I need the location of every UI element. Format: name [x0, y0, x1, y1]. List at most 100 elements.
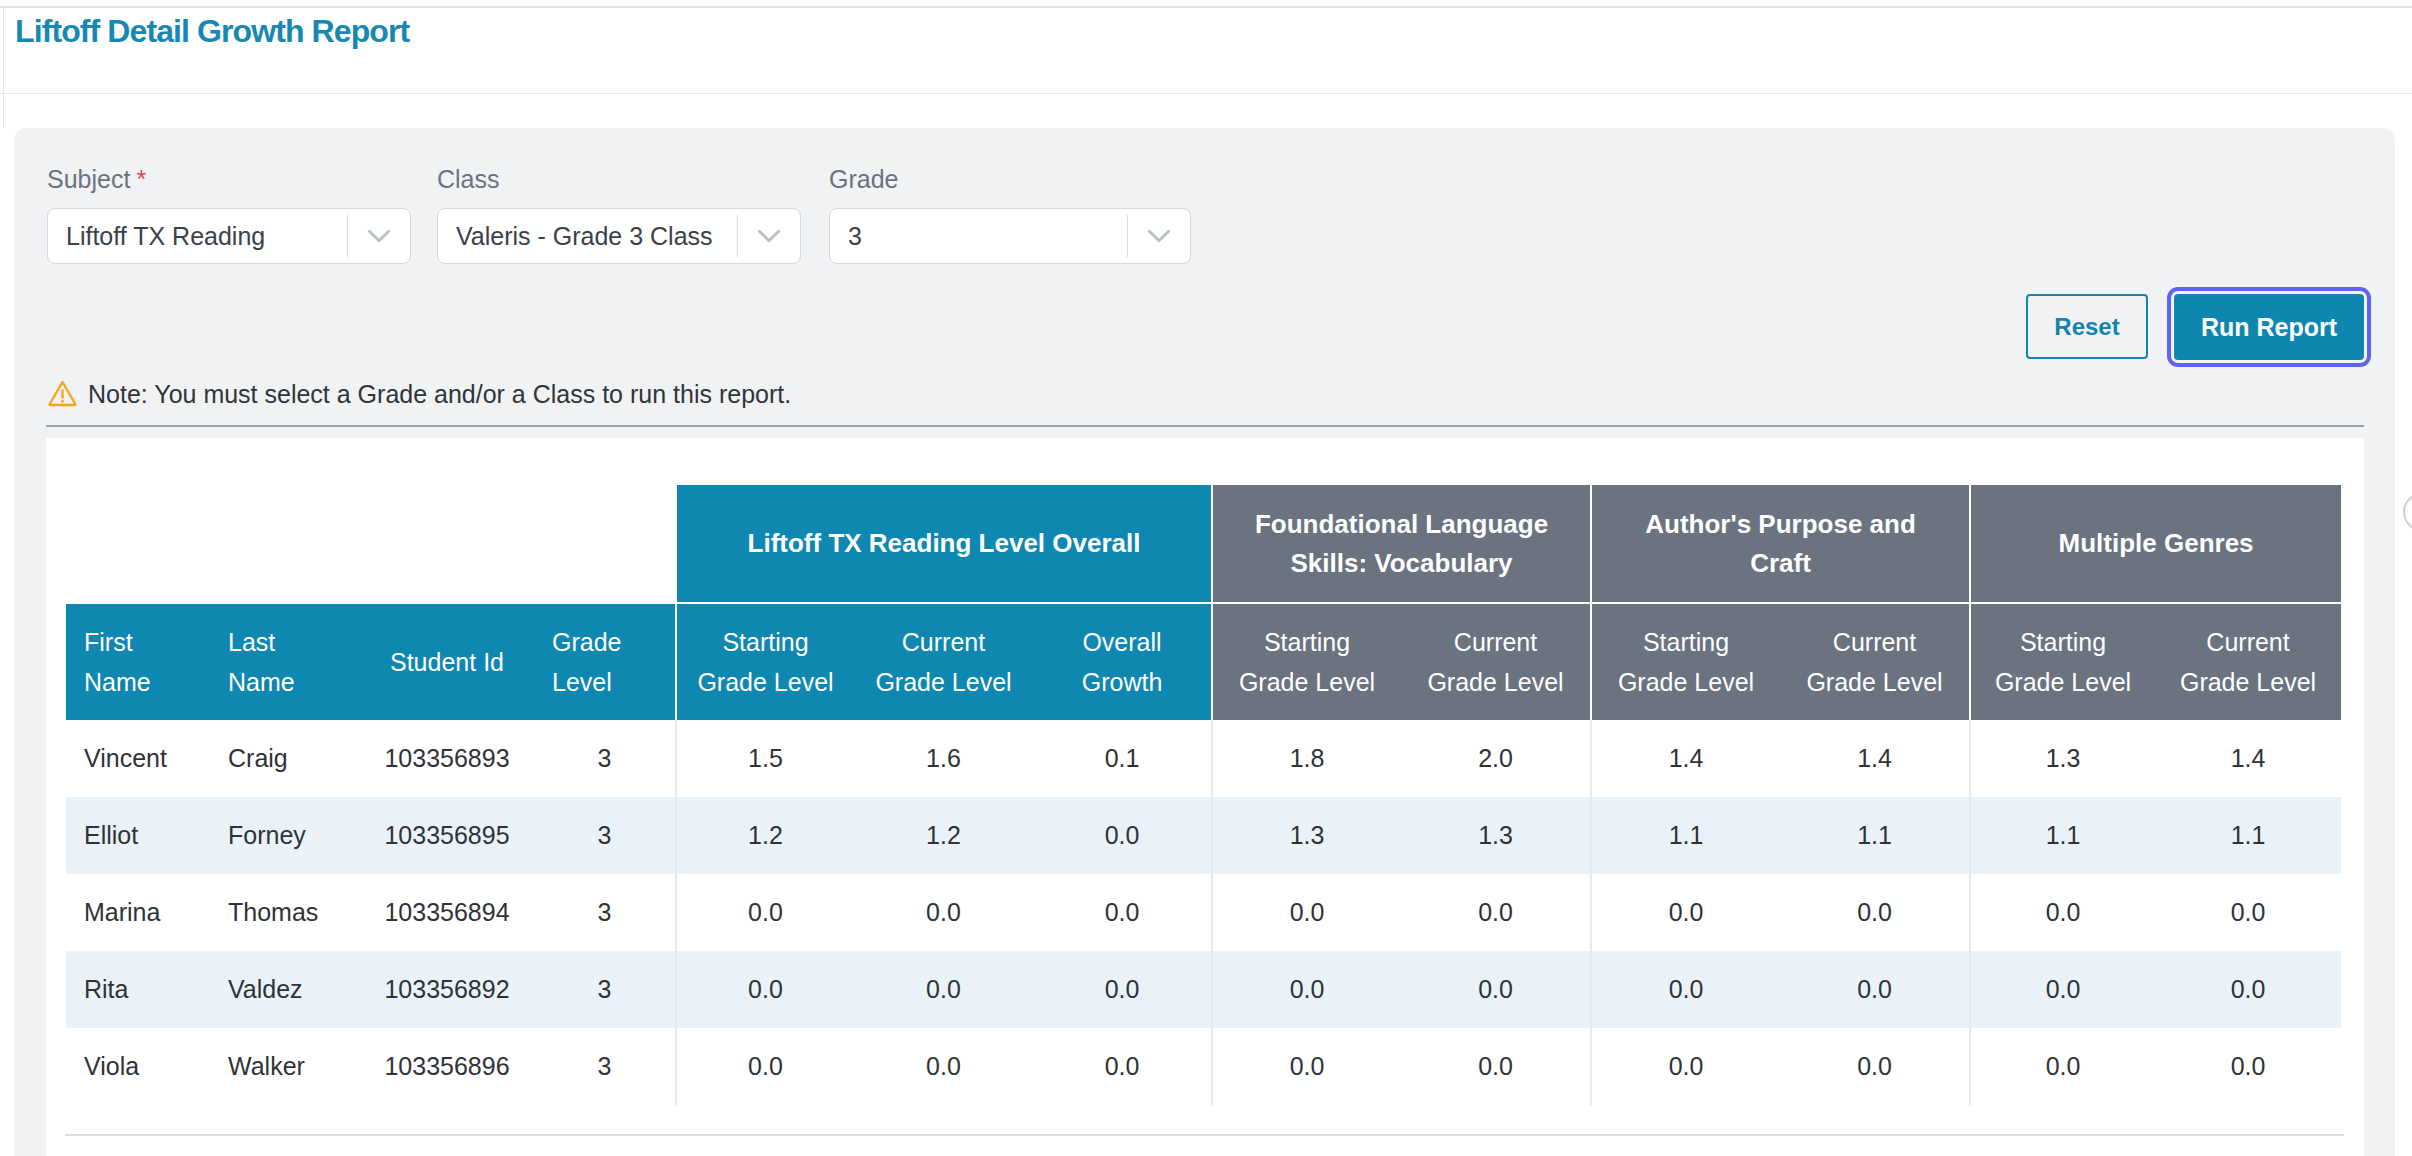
- chevron-down-icon: [366, 229, 392, 243]
- data-cell: 0.0: [675, 1028, 854, 1105]
- class-select-value: Valeris - Grade 3 Class: [456, 209, 713, 263]
- grade-label: Grade: [829, 165, 898, 194]
- growth-report-table: Liftoff TX Reading Level OverallFoundati…: [66, 485, 2341, 1105]
- chevron-down-icon: [1146, 229, 1172, 243]
- data-cell: 103356893: [360, 720, 534, 797]
- data-cell: 0.0: [675, 951, 854, 1028]
- column-header-cell: Starting Grade Level: [1590, 602, 1780, 720]
- data-cell: 0.0: [1780, 874, 1969, 951]
- data-cell: 0.0: [1401, 1028, 1590, 1105]
- floating-widget-button[interactable]: [2403, 493, 2412, 531]
- data-cell: 1.3: [1211, 797, 1401, 874]
- data-cell: 1.2: [854, 797, 1033, 874]
- table-row: ViolaWalker10335689630.00.00.00.00.00.00…: [66, 1028, 2341, 1105]
- data-cell: 0.1: [1033, 720, 1211, 797]
- data-cell: 1.3: [1969, 720, 2155, 797]
- header-divider: [0, 93, 2412, 94]
- data-cell: 0.0: [1211, 951, 1401, 1028]
- data-cell: 3: [534, 874, 675, 951]
- data-cell: 103356894: [360, 874, 534, 951]
- data-cell: 0.0: [1211, 874, 1401, 951]
- column-header-cell: Student Id: [360, 602, 534, 720]
- data-cell: 0.0: [1590, 1028, 1780, 1105]
- data-cell: Walker: [210, 1028, 360, 1105]
- group-header-cell: [66, 485, 675, 602]
- data-cell: 1.4: [1590, 720, 1780, 797]
- column-header-cell: Starting Grade Level: [675, 602, 854, 720]
- data-cell: Vincent: [66, 720, 210, 797]
- data-cell: 1.8: [1211, 720, 1401, 797]
- data-cell: 1.3: [1401, 797, 1590, 874]
- data-cell: 3: [534, 797, 675, 874]
- note-divider: [46, 425, 2364, 427]
- window-top-border: [0, 6, 2412, 8]
- column-header-cell: Current Grade Level: [1401, 602, 1590, 720]
- column-header-cell: Grade Level: [534, 602, 675, 720]
- select-separator: [347, 215, 348, 257]
- group-header-cell: Author's Purpose and Craft: [1590, 485, 1969, 602]
- grade-select[interactable]: 3: [829, 208, 1191, 264]
- select-separator: [737, 215, 738, 257]
- data-cell: 1.1: [2155, 797, 2341, 874]
- report-table-wrap: Liftoff TX Reading Level OverallFoundati…: [66, 485, 2341, 1105]
- group-header-cell: Multiple Genres: [1969, 485, 2341, 602]
- data-cell: 0.0: [1401, 951, 1590, 1028]
- group-header-cell: Liftoff TX Reading Level Overall: [675, 485, 1211, 602]
- data-cell: 0.0: [1401, 874, 1590, 951]
- data-cell: Thomas: [210, 874, 360, 951]
- data-cell: 0.0: [2155, 1028, 2341, 1105]
- column-header-cell: Starting Grade Level: [1211, 602, 1401, 720]
- data-cell: Marina: [66, 874, 210, 951]
- data-cell: 103356896: [360, 1028, 534, 1105]
- class-select[interactable]: Valeris - Grade 3 Class: [437, 208, 801, 264]
- data-cell: 103356895: [360, 797, 534, 874]
- data-cell: 1.1: [1590, 797, 1780, 874]
- column-header-cell: Overall Growth: [1033, 602, 1211, 720]
- data-cell: Forney: [210, 797, 360, 874]
- warning-icon: [47, 379, 78, 407]
- required-asterisk: *: [136, 165, 146, 193]
- select-separator: [1127, 215, 1128, 257]
- data-cell: Viola: [66, 1028, 210, 1105]
- data-cell: Valdez: [210, 951, 360, 1028]
- data-cell: 0.0: [1590, 951, 1780, 1028]
- subject-select[interactable]: Liftoff TX Reading: [47, 208, 411, 264]
- data-cell: 1.1: [1780, 797, 1969, 874]
- data-cell: 0.0: [1033, 797, 1211, 874]
- grade-select-value: 3: [848, 209, 862, 263]
- data-cell: 0.0: [1033, 951, 1211, 1028]
- table-bottom-divider: [65, 1134, 2344, 1136]
- column-header-cell: First Name: [66, 602, 210, 720]
- table-row: MarinaThomas10335689430.00.00.00.00.00.0…: [66, 874, 2341, 951]
- data-cell: 3: [534, 1028, 675, 1105]
- data-cell: 0.0: [1969, 951, 2155, 1028]
- data-cell: 0.0: [854, 1028, 1033, 1105]
- data-cell: 0.0: [1780, 951, 1969, 1028]
- data-cell: 3: [534, 720, 675, 797]
- run-report-button[interactable]: Run Report: [2174, 294, 2364, 360]
- subject-select-value: Liftoff TX Reading: [66, 209, 265, 263]
- data-cell: 0.0: [2155, 874, 2341, 951]
- data-cell: Elliot: [66, 797, 210, 874]
- data-cell: 0.0: [1590, 874, 1780, 951]
- subject-label: Subject*: [47, 165, 146, 194]
- table-row: RitaValdez10335689230.00.00.00.00.00.00.…: [66, 951, 2341, 1028]
- data-cell: 0.0: [854, 951, 1033, 1028]
- column-header-cell: Starting Grade Level: [1969, 602, 2155, 720]
- data-cell: 103356892: [360, 951, 534, 1028]
- data-cell: 1.2: [675, 797, 854, 874]
- group-header-cell: Foundational Language Skills: Vocabulary: [1211, 485, 1590, 602]
- data-cell: 0.0: [1969, 1028, 2155, 1105]
- window-left-border: [3, 8, 4, 128]
- data-cell: Craig: [210, 720, 360, 797]
- note-text: Note: You must select a Grade and/or a C…: [88, 379, 791, 409]
- column-header-cell: Current Grade Level: [1780, 602, 1969, 720]
- table-row: ElliotForney10335689531.21.20.01.31.31.1…: [66, 797, 2341, 874]
- data-cell: 1.5: [675, 720, 854, 797]
- data-cell: 1.4: [2155, 720, 2341, 797]
- data-cell: 0.0: [1033, 1028, 1211, 1105]
- page-title: Liftoff Detail Growth Report: [15, 13, 409, 50]
- chevron-down-icon: [756, 229, 782, 243]
- data-cell: 0.0: [1969, 874, 2155, 951]
- reset-button[interactable]: Reset: [2026, 294, 2148, 359]
